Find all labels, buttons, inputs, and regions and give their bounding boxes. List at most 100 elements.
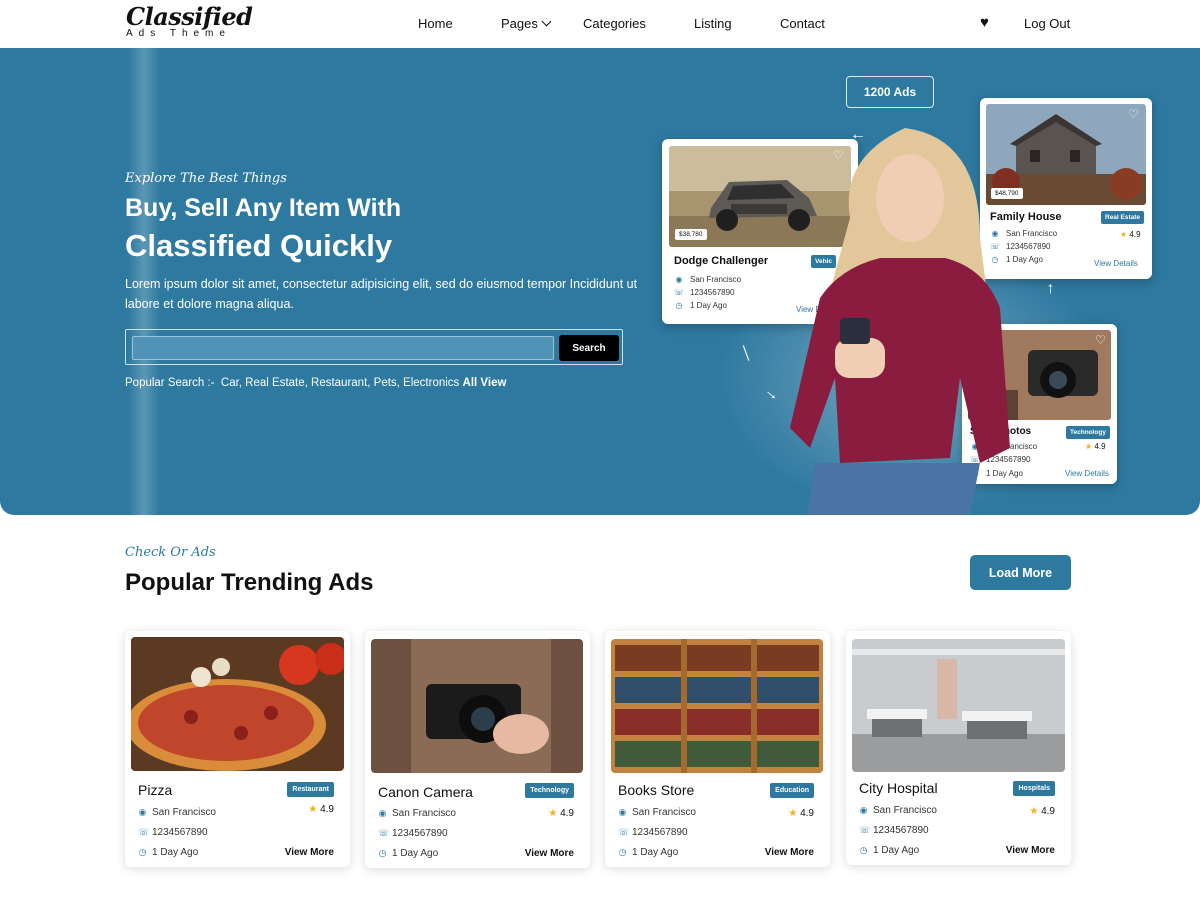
view-more-link[interactable]: View More: [285, 847, 334, 858]
phone-icon: ☏: [674, 288, 685, 297]
category-tag: Real Estate: [1101, 211, 1145, 224]
phone-text: 1234567890: [690, 288, 735, 297]
time-text: 1 Day Ago: [690, 301, 727, 310]
card-title: Books Store: [618, 782, 695, 798]
ad-card-hospital[interactable]: City Hospital Hospitals ◉ San Francisco ★…: [846, 631, 1071, 865]
category-tag: Hospitals: [1013, 781, 1055, 796]
nav-home[interactable]: Home: [418, 16, 453, 31]
location-pin-icon: ◉: [859, 805, 868, 815]
time-text: 1 Day Ago: [873, 845, 920, 856]
star-icon: ★: [1029, 806, 1039, 817]
view-details-link[interactable]: View Details: [1094, 259, 1138, 268]
clock-icon: ◷: [859, 845, 868, 855]
phone-text: 1234567890: [873, 825, 929, 836]
location-text: San Francisco: [392, 808, 456, 819]
nav-categories[interactable]: Categories: [583, 16, 646, 31]
phone-text: 1234567890: [632, 827, 688, 838]
popular-search: Popular Search :- Car, Real Estate, Rest…: [125, 377, 506, 389]
category-tag: Technology: [1066, 426, 1110, 439]
ad-card-camera[interactable]: Canon Camera Technology ◉ San Francisco ★…: [365, 631, 590, 868]
phone-icon: ☏: [138, 827, 150, 837]
time-row: ◷ 1 Day Ago: [618, 847, 679, 858]
rating: ★ 4.9: [548, 808, 574, 819]
rating: ★ 4.9: [1085, 442, 1106, 451]
rating: ★ 4.9: [1029, 806, 1055, 817]
nav-listing[interactable]: Listing: [694, 16, 732, 31]
logo-name: Classified: [126, 2, 253, 31]
star-icon: ★: [1120, 230, 1128, 239]
logout-link[interactable]: Log Out: [1024, 16, 1070, 31]
hero-section: Explore The Best Things Buy, Sell Any It…: [0, 48, 1200, 515]
time-row: ◷ 1 Day Ago: [674, 301, 727, 310]
rating-value: 4.9: [1094, 442, 1106, 451]
popular-items[interactable]: Car, Real Estate, Restaurant, Pets, Elec…: [221, 377, 459, 389]
location-pin-icon: ◉: [378, 808, 387, 818]
rating-value: 4.9: [320, 804, 334, 815]
camera-image: [371, 639, 583, 773]
chevron-down-icon: [541, 16, 552, 27]
view-more-link[interactable]: View More: [525, 848, 574, 859]
star-icon: ★: [788, 808, 798, 819]
location-text: San Francisco: [690, 275, 742, 284]
rating: ★ 4.9: [308, 804, 334, 815]
hospital-image: [852, 639, 1065, 772]
pizza-image: [131, 637, 344, 771]
phone-icon: ☏: [378, 828, 390, 838]
phone-text: 1234567890: [392, 828, 448, 839]
logo[interactable]: Classified Ads Theme: [126, 2, 253, 40]
phone-row: ☏ 1234567890: [674, 288, 735, 297]
nav-contact[interactable]: Contact: [780, 16, 825, 31]
location-pin-icon: ◉: [618, 807, 627, 817]
heart-icon[interactable]: ♥: [980, 15, 989, 31]
view-details-link[interactable]: View Details: [1065, 469, 1109, 478]
clock-icon: ◷: [675, 301, 683, 310]
popular-all-view-link[interactable]: All View: [463, 377, 507, 389]
favorite-heart-icon[interactable]: ♡: [1095, 334, 1106, 346]
phone-text: 1234567890: [152, 827, 208, 838]
clock-icon: ◷: [618, 847, 627, 857]
load-more-button[interactable]: Load More: [970, 555, 1071, 590]
location-row: ◉ San Francisco: [138, 807, 216, 818]
hero-description: Lorem ipsum dolor sit amet, consectetur …: [125, 277, 638, 311]
hero-title-line2: Classified Quickly: [125, 228, 393, 263]
ad-card-books[interactable]: Books Store Education ◉ San Francisco ★ 4…: [605, 631, 830, 867]
phone-icon: ☏: [618, 827, 630, 837]
search-input[interactable]: [132, 336, 554, 360]
time-row: ◷ 1 Day Ago: [378, 848, 439, 859]
rating: ★ 4.9: [788, 808, 814, 819]
view-more-link[interactable]: View More: [1006, 845, 1055, 856]
showcase-title: Dodge Challenger: [674, 255, 769, 267]
ad-card-pizza[interactable]: Pizza Restaurant ◉ San Francisco ★ 4.9 ☏ 1…: [125, 631, 350, 867]
arrow-up-icon: →: [1040, 281, 1057, 297]
top-navbar: Classified Ads Theme Home Pages Categori…: [0, 0, 1200, 48]
popular-label: Popular Search :-: [125, 377, 215, 389]
category-tag: Education: [770, 783, 814, 798]
section-kicker: Check Or Ads: [125, 545, 216, 560]
phone-icon: ☏: [859, 825, 871, 835]
clock-icon: ◷: [378, 848, 387, 858]
card-title: Canon Camera: [378, 784, 473, 800]
view-more-link[interactable]: View More: [765, 847, 814, 858]
time-text: 1 Day Ago: [152, 847, 199, 858]
price-tag: $38,780: [675, 229, 707, 240]
location-row: ◉ San Francisco: [618, 807, 696, 818]
rating-value: 4.9: [1129, 230, 1141, 239]
rating: ★ 4.9: [1120, 230, 1141, 239]
search-button[interactable]: Search: [559, 335, 619, 361]
phone-row: ☏ 1234567890: [378, 828, 448, 839]
star-icon: ★: [1085, 442, 1093, 451]
location-row: ◉ San Francisco: [674, 275, 742, 284]
hero-search-bar: Search: [125, 329, 623, 365]
time-text: 1 Day Ago: [392, 848, 439, 859]
favorite-heart-icon[interactable]: ♡: [1128, 108, 1139, 120]
phone-row: ☏ 1234567890: [138, 827, 208, 838]
bookshelf-image: [611, 639, 823, 773]
location-pin-icon: ◉: [675, 275, 683, 284]
time-row: ◷ 1 Day Ago: [138, 847, 199, 858]
location-row: ◉ San Francisco: [859, 805, 937, 816]
nav-pages[interactable]: Pages: [501, 16, 552, 31]
location-text: San Francisco: [152, 807, 216, 818]
phone-row: ☏ 1234567890: [859, 825, 929, 836]
star-icon: ★: [308, 804, 318, 815]
location-text: San Francisco: [873, 805, 937, 816]
